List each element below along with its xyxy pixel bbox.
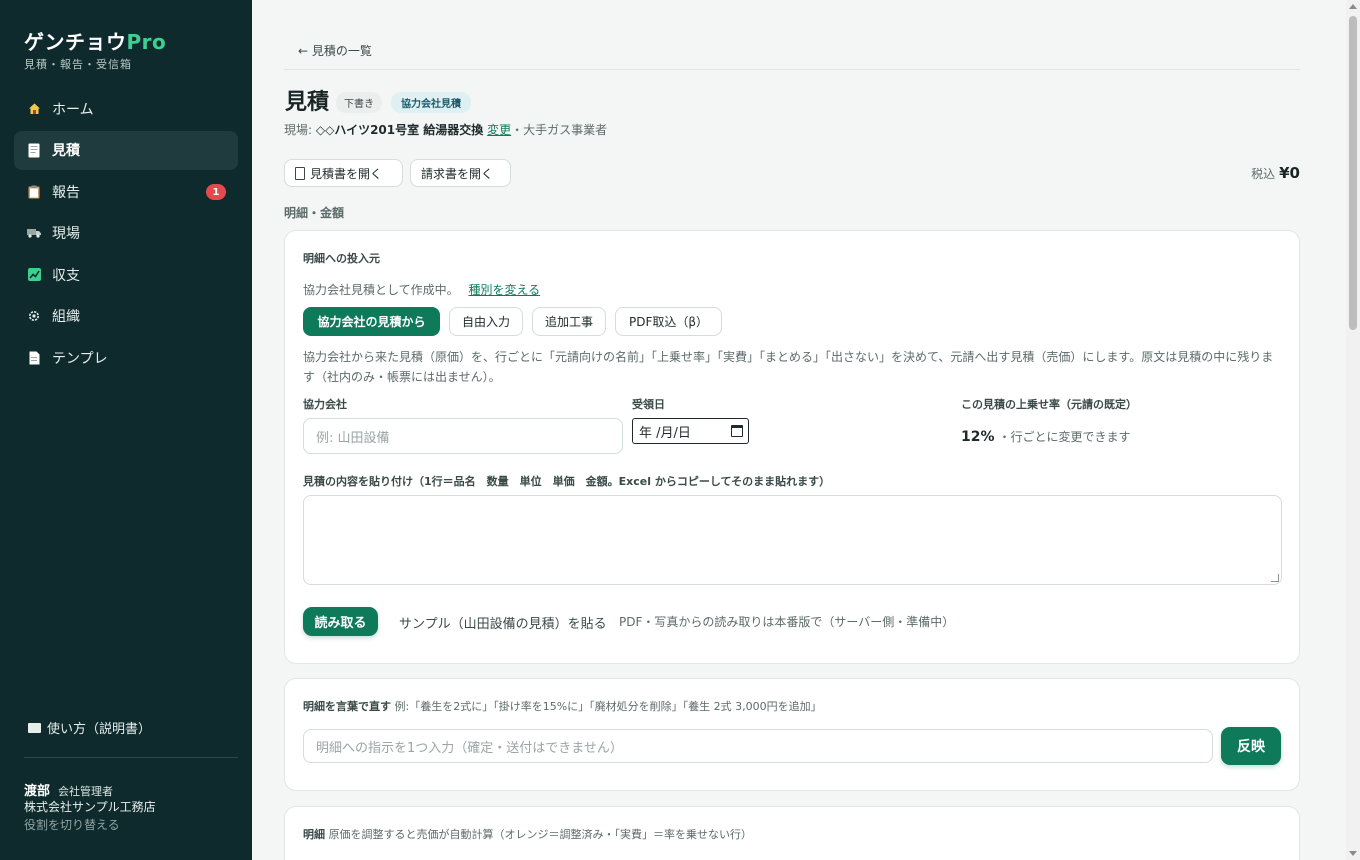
markup-rate-value: 12% [961,429,995,445]
sidebar-divider [24,757,238,758]
sidebar-item-home[interactable]: ホーム [14,89,238,128]
resize-handle-icon[interactable] [1271,574,1279,582]
sidebar-item-label: 現場 [52,226,80,242]
section-title: 明細・金額 [284,206,345,220]
page-scrollbar[interactable] [1346,0,1360,860]
instruction-input[interactable]: 明細への指示を1つ入力（確定・送付はできません） [303,729,1213,763]
brand-name: ゲンチョウ [24,30,127,54]
clipboard-icon [26,184,42,200]
open-invoice-label: 請求書を開く [421,166,494,181]
brand-logo[interactable]: ゲンチョウPro [24,26,166,55]
sidebar-item-template[interactable]: テンプレ [14,338,238,377]
sidebar-nav: ホーム 見積 報告 1 現場 収支 組織 テンプレ [14,89,238,380]
partner-input[interactable]: 例: 山田設備 [303,418,623,454]
sidebar-item-label: ホーム [52,101,94,118]
brand-subtitle: 見積・報告・受信箱 [24,58,132,71]
template-icon [26,350,42,366]
paste-sample-link[interactable]: サンプル（山田設備の見積）を貼る [399,613,607,632]
change-type-link[interactable]: 種別を変える [468,283,540,297]
page-title: 見積 [285,90,330,115]
sidebar-item-label: テンプレ [52,350,108,367]
detail-card: 明細 原価を調整すると売価が自動計算（オレンジ＝調整済み・「実費」＝率を乗せない… [284,806,1300,860]
status-badge-draft: 下書き [336,92,382,113]
instruct-examples: 例:「養生を2式に」「掛け率を15%に」「廃材処分を削除」「養生 2式 3,00… [394,700,822,713]
received-date-input[interactable]: 年 /月/日 [632,418,749,444]
sidebar-item-label: 収支 [52,267,80,284]
source-card: 明細への投入元 協力会社見積として作成中。 種別を変える 協力会社の見積から 自… [284,230,1300,664]
user-name: 渡部 [24,784,51,799]
book-icon [28,722,41,733]
paste-label: 見積の内容を貼り付け（1行＝品名 数量 単位 単価 金額。Excel からコピー… [303,475,831,488]
sidebar-item-site[interactable]: 現場 [14,214,238,253]
calendar-icon [731,425,743,437]
read-button[interactable]: 読み取る [303,607,378,636]
instruct-header: 明細を言葉で直す 例:「養生を2式に」「掛け率を15%に」「廃材処分を削除」「養… [303,698,822,714]
chart-icon [26,267,42,283]
header-divider [284,69,1300,70]
type-badge-partner: 協力会社見積 [391,92,471,113]
open-quote-button[interactable]: 見積書を開く [284,159,403,187]
detail-note: 原価を調整すると売価が自動計算（オレンジ＝調整済み・「実費」＝率を乗せない行） [328,828,753,841]
sidebar-item-org[interactable]: 組織 [14,297,238,336]
open-invoice-button[interactable]: 請求書を開く [410,159,511,187]
source-status-text: 協力会社見積として作成中。 [303,283,459,297]
mode-free-input-button[interactable]: 自由入力 [449,307,523,336]
sidebar-item-label: 報告 [52,184,80,201]
pdf-note: PDF・写真からの読み取りは本番版で（サーバー側・準備中） [619,615,955,629]
document-icon [295,166,305,180]
user-info: 渡部 会社管理者 [24,780,113,799]
source-card-title: 明細への投入元 [303,252,380,265]
scroll-down-icon[interactable] [1349,851,1357,856]
help-label: 使い方（説明書） [47,722,152,737]
sidebar: ゲンチョウPro 見積・報告・受信箱 ホーム 見積 報告 1 現場 収支 組織 … [0,0,252,860]
sidebar-item-label: 組織 [52,309,80,325]
detail-title: 明細 [303,828,325,841]
source-status: 協力会社見積として作成中。 種別を変える [303,281,540,298]
site-client: ・大手ガス事業者 [511,123,608,137]
detail-header: 明細 原価を調整すると売価が自動計算（オレンジ＝調整済み・「実費」＝率を乗せない… [303,826,752,842]
received-date-label: 受領日 [632,398,665,411]
user-role: 会社管理者 [58,785,114,798]
sidebar-item-label: 見積 [52,143,80,159]
total-amount: 税込 ¥0 [1251,164,1300,182]
source-description: 協力会社から来た見積（原価）を、行ごとに「元請向けの名前」「上乗せ率」「実費」「… [303,350,1274,384]
site-prefix: 現場: [284,123,316,137]
instruct-title: 明細を言葉で直す [303,700,391,713]
sidebar-item-quote[interactable]: 見積 [14,130,238,170]
gear-icon [26,308,42,324]
site-name: ◇◇ハイツ201号室 給湯器交換 [315,123,484,137]
home-icon [26,101,42,117]
markup-rate-note: ・行ごとに変更できます [998,430,1131,444]
mode-partner-quote-button[interactable]: 協力会社の見積から [303,307,440,336]
sidebar-item-report[interactable]: 報告 1 [14,172,238,211]
received-date-value: 年 /月/日 [639,425,691,441]
scroll-thumb[interactable] [1349,16,1357,330]
sidebar-item-balance[interactable]: 収支 [14,255,238,294]
report-count-badge: 1 [206,184,226,200]
partner-label: 協力会社 [303,398,347,411]
total-value: ¥0 [1279,164,1300,182]
paste-textarea[interactable] [303,495,1282,585]
brand-pro: Pro [126,30,167,54]
back-to-quotes-link[interactable]: ← 見積の一覧 [298,42,372,59]
instruct-card: 明細を言葉で直す 例:「養生を2式に」「掛け率を15%に」「廃材処分を削除」「養… [284,678,1300,791]
scroll-up-icon[interactable] [1349,4,1357,9]
mode-pdf-import-button[interactable]: PDF取込（β） [615,307,722,336]
markup-rate: 12% ・行ごとに変更できます [961,428,1131,445]
user-company: 株式会社サンプル工務店 [24,800,156,814]
markup-rate-label: この見積の上乗せ率（元請の既定） [961,398,1137,411]
open-quote-label: 見積書を開く [310,166,383,181]
document-icon [26,142,42,158]
apply-button[interactable]: 反映 [1221,727,1281,765]
change-site-link[interactable]: 変更 [487,123,511,137]
site-info: 現場: ◇◇ハイツ201号室 給湯器交換 変更・大手ガス事業者 [284,121,607,138]
main-content: ← 見積の一覧 見積 下書き 協力会社見積 現場: ◇◇ハイツ201号室 給湯器… [252,0,1346,860]
help-link[interactable]: 使い方（説明書） [28,718,151,737]
truck-icon [26,225,42,241]
total-label: 税込 [1251,167,1276,181]
switch-role-link[interactable]: 役割を切り替える [24,816,120,833]
mode-additional-work-button[interactable]: 追加工事 [532,307,606,336]
